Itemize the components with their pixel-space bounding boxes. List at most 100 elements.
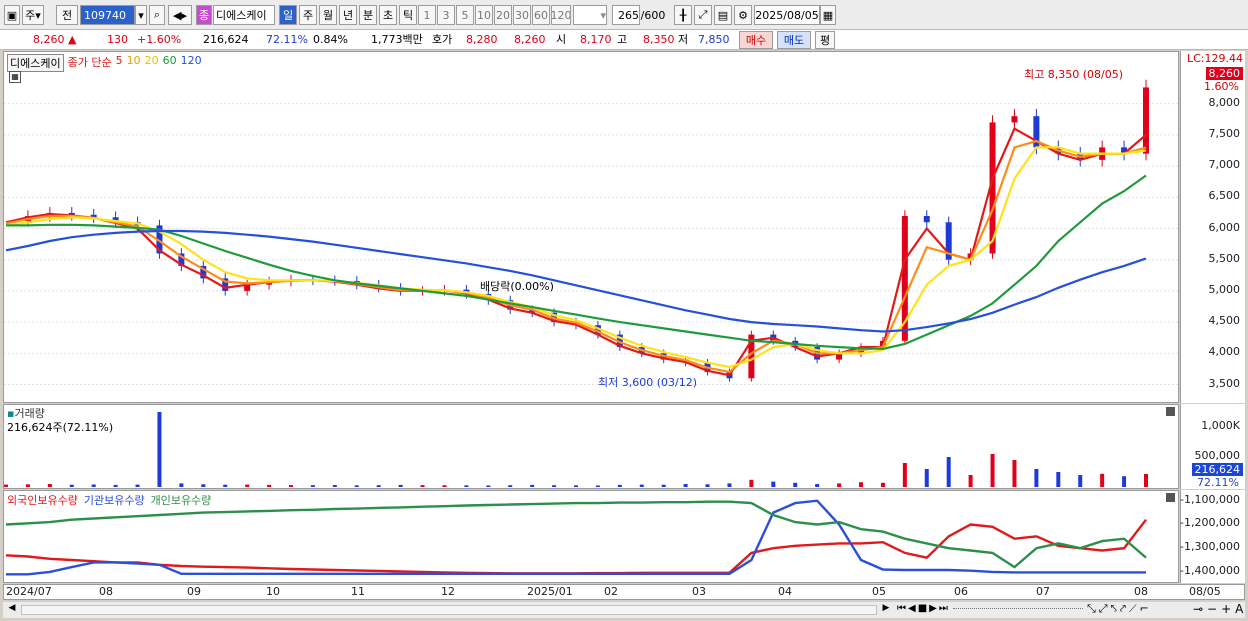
holdings-y-tick: -1,300,000 [1180,540,1240,554]
period-tick-tab[interactable]: 틱 [399,5,417,25]
volume-bar [135,484,140,487]
legend-ma-20: 20 [144,54,159,67]
zoom-controls[interactable]: ⊸−+A [1193,602,1247,616]
average-button[interactable]: 평 [815,31,835,49]
period-minute-tab[interactable]: 분 [359,5,377,25]
last-price-tag: 8,260 [1205,67,1243,80]
volume-chart [4,412,1148,487]
code-dropdown-icon[interactable]: ▾ [135,5,147,25]
prev-button[interactable]: 전 [56,5,78,25]
sell-button[interactable]: 매도 [777,31,811,49]
count-max: /600 [640,8,666,22]
interval-3[interactable]: 3 [437,5,455,25]
draw-icon[interactable]: ⤢ [694,5,712,25]
window-menu-icon[interactable]: ▣ [4,5,20,25]
pane-close-icon[interactable] [1166,407,1175,416]
interval-60[interactable]: 60 [532,5,550,25]
price-y-tick: 7,500 [1208,126,1241,140]
x-axis-label: 06 [954,585,968,598]
up-triangle-icon: ▲ [68,33,77,46]
x-axis-label: 11 [351,585,365,598]
stock-code-input[interactable]: 109740 [80,5,135,25]
price-y-tick: 4,000 [1208,345,1241,359]
volume-bar [793,482,798,487]
zoom-track[interactable] [953,608,1083,611]
volume-bar [354,485,359,487]
volume-bar [1056,472,1061,487]
interval-30[interactable]: 30 [513,5,531,25]
volume-pane[interactable]: ▪거래량 216,624주(72.11%) [3,404,1179,489]
x-axis-label: 08 [1134,585,1148,598]
volume-value: 216,624 [203,33,249,46]
low-annotation: 최저 3,600 (03/12) [598,376,698,389]
calendar-icon[interactable]: ▦ [820,5,836,25]
holdings-y-tick: -1,100,000 [1180,492,1240,506]
volume-bar [946,457,951,487]
interval-10[interactable]: 10 [475,5,493,25]
buy-button[interactable]: 매수 [739,31,773,49]
volume-bar [289,485,293,487]
volume-bar [508,485,513,487]
candle-icon[interactable]: ╂ [674,5,692,25]
period-second-tab[interactable]: 초 [379,5,397,25]
grid-icon[interactable]: ▦ [9,71,21,83]
volume-percent: 72.11% [266,33,308,46]
volume-bar [267,484,272,487]
stock-name-field[interactable]: 디에스케이 [213,5,275,25]
interval-5[interactable]: 5 [456,5,474,25]
period-week-tab[interactable]: 주 [299,5,317,25]
high-annotation: 최고 8,350 (08/05) [1024,68,1124,81]
candle-body [1143,87,1149,154]
x-axis: 2024/07 08 09 10 11 12 2025/01 02 03 04 05 06 07 08 08… [3,584,1245,600]
volume-bar [179,483,184,487]
price-y-tick: 6,000 [1208,220,1241,234]
volume-bar [990,454,995,487]
pane-close-icon[interactable] [1166,493,1175,502]
price-chart [4,79,1178,386]
scroll-left-icon[interactable]: ◀ [5,603,19,617]
save-icon[interactable]: ▤ [714,5,732,25]
scroll-right-icon[interactable]: ▶ [879,603,893,617]
gear-icon[interactable]: ⚙ [734,5,752,25]
x-axis-label: 08/05 [1189,585,1221,598]
x-axis-label: 07 [1036,585,1050,598]
interval-20[interactable]: 20 [494,5,512,25]
high-price: 8,350 [643,33,675,46]
playback-controls[interactable]: ⏮◀■▶⏭ [897,603,950,614]
volume-bar [223,484,228,487]
volume-bar [376,485,381,487]
holdings-pane[interactable]: 외국인보유수량 기관보유수량 개인보유수량 [3,490,1179,583]
interval-120[interactable]: 120 [551,5,571,25]
volume-bar [574,485,578,487]
volume-bar [442,485,447,487]
volume-bar [968,475,973,487]
interval-dropdown[interactable]: ▾ [573,5,607,25]
legend-institution: 기관보유수량 [83,494,145,507]
market-type-select[interactable]: 주 ▾ [22,5,44,25]
scrollbar-track[interactable] [21,605,877,615]
period-year-tab[interactable]: 년 [339,5,357,25]
volume-bar [420,485,425,487]
volume-bar [245,484,250,487]
volume-y-tick: 1,000K [1201,419,1240,432]
draw-tools[interactable]: ⤡⤢⤣⤤⟋⌐ [1087,602,1152,616]
open-label: 시 [556,33,567,46]
bottom-bar: ◀ ▶ ⏮◀■▶⏭ ⤡⤢⤣⤤⟋⌐ ⊸−+A [3,602,1245,618]
price-y-tick: 5,000 [1208,282,1241,296]
period-day-tab[interactable]: 일 [279,5,297,25]
legend-stock-name[interactable]: 디에스케이 [7,54,64,72]
date-input[interactable]: 2025/08/05 [754,5,820,25]
low-label: 저 [678,33,689,46]
price-chart-pane[interactable]: 디에스케이 종가 단순 5 10 20 60 120 ▦ 최고 8,350 (0… [3,51,1179,403]
speaker-icon[interactable]: ◀▸ [168,5,192,25]
interval-1[interactable]: 1 [418,5,436,25]
volume-bar [69,484,74,487]
volume-bar [639,484,644,487]
count-input[interactable]: 265 [612,5,640,25]
volume-current: 216,624주(72.11%) [7,421,114,434]
last-pct-label: 1.60% [1204,80,1239,93]
period-month-tab[interactable]: 월 [319,5,337,25]
volume-bar [661,484,666,487]
holdings-line [6,499,1146,576]
search-icon[interactable]: ⌕ [149,5,165,25]
